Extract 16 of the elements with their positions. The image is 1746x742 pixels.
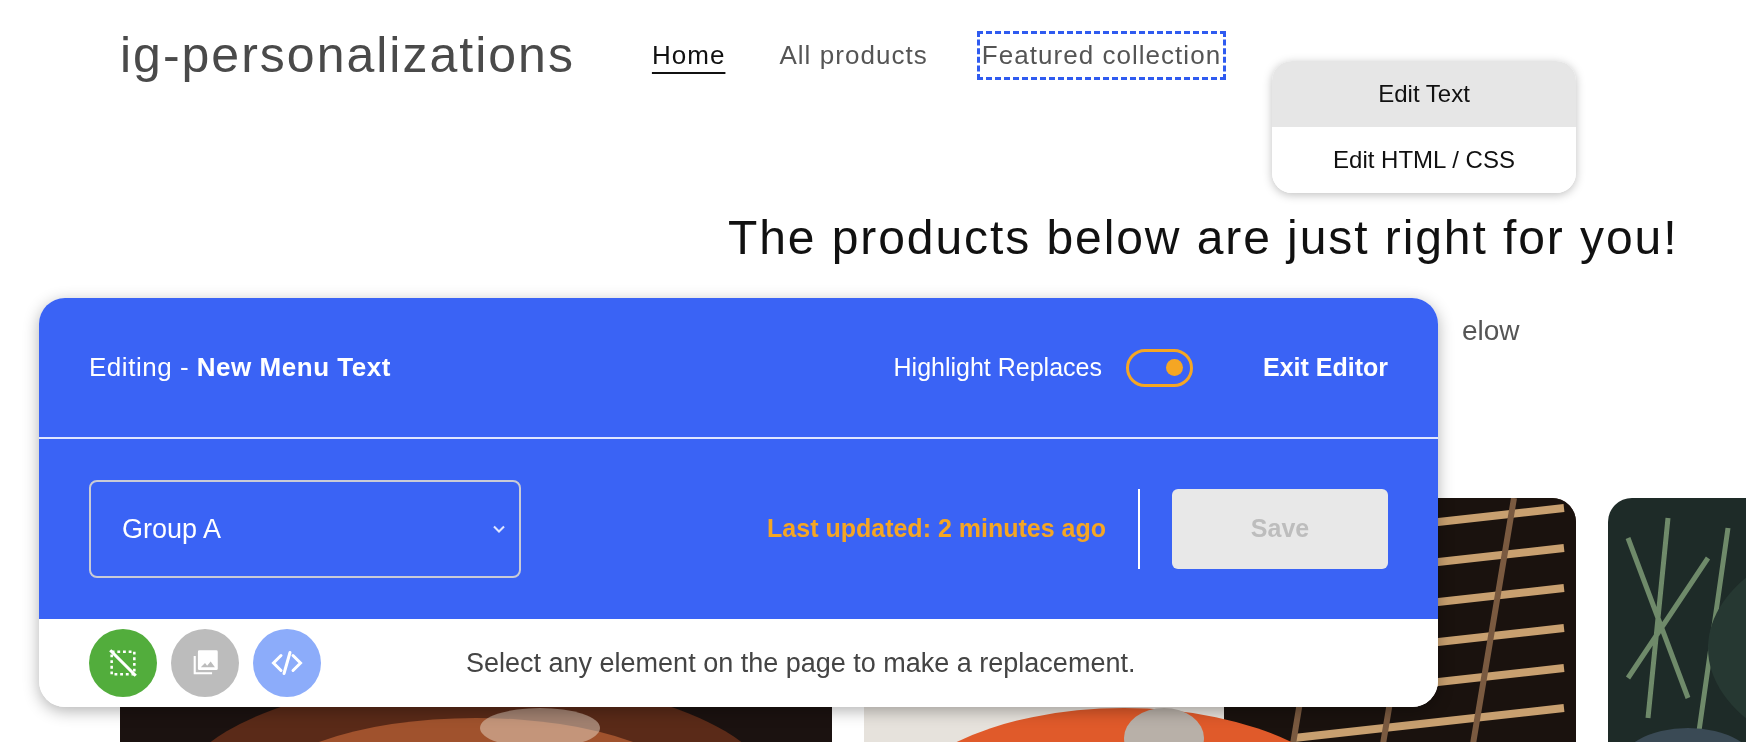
last-updated-text: Last updated: 2 minutes ago xyxy=(767,513,1106,545)
menu-item[interactable]: Edit HTML / CSS xyxy=(1272,127,1576,193)
nav-link[interactable]: Home xyxy=(646,30,731,80)
page-subtext: elow xyxy=(1462,314,1521,348)
hint-text: Select any element on the page to make a replacement. xyxy=(466,646,1136,680)
toggle-label: Highlight Replaces xyxy=(893,351,1102,383)
page-heading: The products below are just right for you! xyxy=(728,210,1680,266)
menu-item[interactable]: Edit Text xyxy=(1272,61,1576,127)
crop-select-icon xyxy=(106,646,140,680)
highlight-toggle[interactable] xyxy=(1126,348,1193,387)
site-logo[interactable]: ig-personalizations xyxy=(120,17,575,93)
group-select[interactable]: Group A xyxy=(89,480,521,578)
nav-link[interactable]: Featured collection xyxy=(976,30,1227,80)
exit-editor-button[interactable]: Exit Editor xyxy=(1263,348,1388,387)
nav-link[interactable]: All products xyxy=(774,30,933,80)
editing-title: Editing - New Menu Text xyxy=(89,351,391,384)
